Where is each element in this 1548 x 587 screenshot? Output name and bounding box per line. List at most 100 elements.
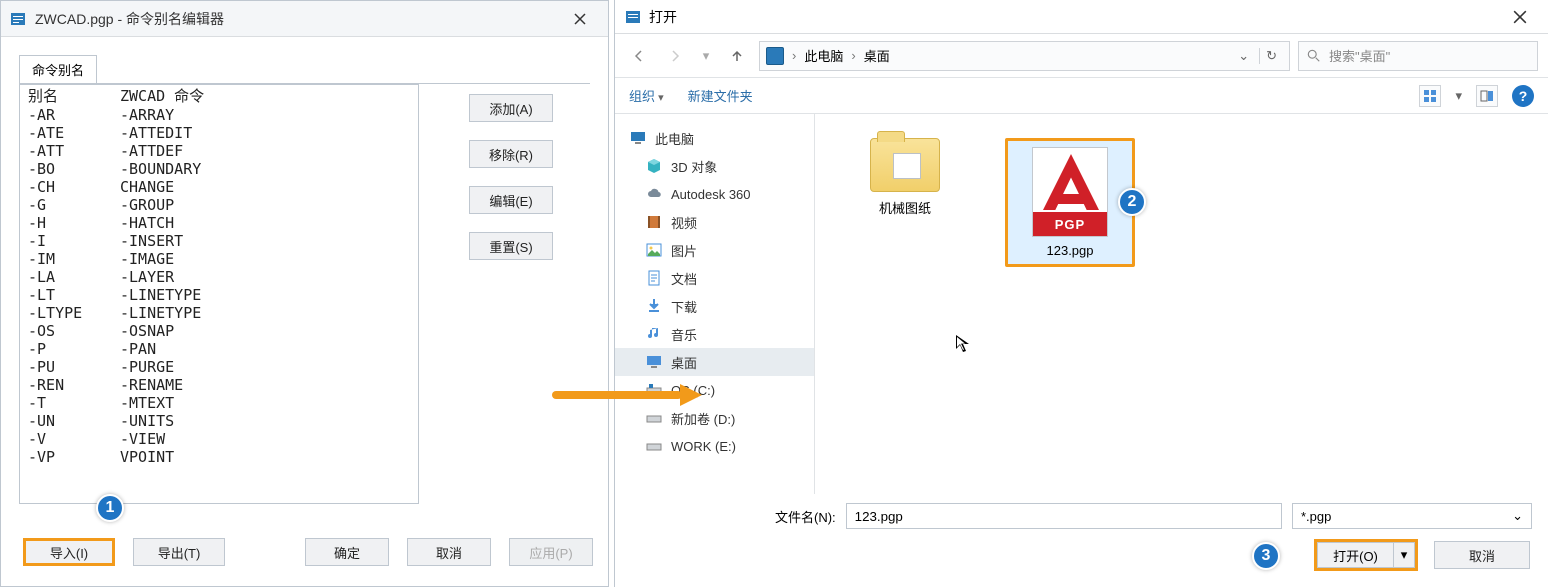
alias-side-buttons: 添加(A) 移除(R) 编辑(E) 重置(S) xyxy=(469,84,553,504)
alias-cell: -PU xyxy=(20,358,120,376)
new-folder-button[interactable]: 新建文件夹 xyxy=(688,86,753,105)
nav-forward-button[interactable] xyxy=(661,42,689,70)
alias-row[interactable]: -REN-RENAME xyxy=(20,376,418,394)
alias-row[interactable]: -G-GROUP xyxy=(20,196,418,214)
cancel-button[interactable]: 取消 xyxy=(407,538,491,566)
alias-row[interactable]: -V-VIEW xyxy=(20,430,418,448)
alias-list[interactable]: 别名 ZWCAD 命令 -AR-ARRAY-ATE-ATTEDIT-ATT-AT… xyxy=(19,84,419,504)
pc-icon xyxy=(629,129,647,147)
nav-up-button[interactable] xyxy=(723,42,751,70)
alias-row[interactable]: -OS-OSNAP xyxy=(20,322,418,340)
command-cell: -UNITS xyxy=(120,412,418,430)
file-item-folder[interactable]: 机械图纸 xyxy=(845,138,965,217)
organize-button[interactable]: 组织 xyxy=(629,86,664,105)
file-pane[interactable]: 机械图纸 PGP 123.pgp xyxy=(815,114,1548,494)
filename-input[interactable] xyxy=(846,503,1282,529)
alias-row[interactable]: -AR-ARRAY xyxy=(20,106,418,124)
crumb-pc[interactable]: 此电脑 xyxy=(804,46,843,65)
alias-row[interactable]: -LTYPE-LINETYPE xyxy=(20,304,418,322)
tree-this-pc[interactable]: 此电脑 xyxy=(615,124,814,152)
alias-row[interactable]: -I-INSERT xyxy=(20,232,418,250)
alias-editor-dialog: ZWCAD.pgp - 命令别名编辑器 命令别名 别名 ZWCAD 命令 -AR… xyxy=(0,0,609,587)
tree-item[interactable]: 新加卷 (D:) xyxy=(615,404,814,432)
open-dropdown-button[interactable]: ▾ xyxy=(1393,542,1415,568)
file-item-pgp[interactable]: PGP 123.pgp xyxy=(1005,138,1135,267)
alias-row[interactable]: -T-MTEXT xyxy=(20,394,418,412)
address-bar[interactable]: › 此电脑 › 桌面 ⌄ ↻ xyxy=(759,41,1290,71)
filetype-selector[interactable]: *.pgp ⌄ xyxy=(1292,503,1532,529)
desktop-icon xyxy=(645,353,663,371)
tree-item-label: 图片 xyxy=(671,241,697,260)
command-cell: -RENAME xyxy=(120,376,418,394)
tree-item[interactable]: 桌面 xyxy=(615,348,814,376)
alias-row[interactable]: -VPVPOINT xyxy=(20,448,418,466)
tree-item[interactable]: 音乐 xyxy=(615,320,814,348)
alias-cell: -G xyxy=(20,196,120,214)
add-button[interactable]: 添加(A) xyxy=(469,94,553,122)
alias-cell: -CH xyxy=(20,178,120,196)
pgp-file-icon: PGP xyxy=(1032,147,1108,237)
tree-item[interactable]: WORK (E:) xyxy=(615,432,814,460)
command-cell: -ATTDEF xyxy=(120,142,418,160)
alias-row[interactable]: -PU-PURGE xyxy=(20,358,418,376)
tree-item[interactable]: 文档 xyxy=(615,264,814,292)
edit-button[interactable]: 编辑(E) xyxy=(469,186,553,214)
reset-button[interactable]: 重置(S) xyxy=(469,232,553,260)
tree-item[interactable]: 3D 对象 xyxy=(615,152,814,180)
command-cell: -VIEW xyxy=(120,430,418,448)
tree-item-label: 文档 xyxy=(671,269,697,288)
tree-item[interactable]: 图片 xyxy=(615,236,814,264)
drive-icon xyxy=(645,437,663,455)
filename-row: 文件名(N): *.pgp ⌄ xyxy=(775,503,1532,529)
command-cell: VPOINT xyxy=(120,448,418,466)
address-refresh-button[interactable]: ↻ xyxy=(1259,48,1283,64)
search-box[interactable]: 搜索"桌面" xyxy=(1298,41,1538,71)
remove-button[interactable]: 移除(R) xyxy=(469,140,553,168)
preview-pane-button[interactable] xyxy=(1476,85,1498,107)
alias-editor-close-button[interactable] xyxy=(560,4,600,34)
export-button[interactable]: 导出(T) xyxy=(133,538,225,566)
ok-button[interactable]: 确定 xyxy=(305,538,389,566)
file-open-close-button[interactable] xyxy=(1502,3,1538,31)
address-dropdown-button[interactable]: ⌄ xyxy=(1232,48,1255,64)
alias-row[interactable]: -H-HATCH xyxy=(20,214,418,232)
search-placeholder: 搜索"桌面" xyxy=(1329,46,1390,65)
alias-row[interactable]: -P-PAN xyxy=(20,340,418,358)
dialog-cancel-button[interactable]: 取消 xyxy=(1434,541,1530,569)
alias-row[interactable]: -LT-LINETYPE xyxy=(20,286,418,304)
nav-back-button[interactable] xyxy=(625,42,653,70)
help-button[interactable]: ? xyxy=(1512,85,1534,107)
nav-history-button[interactable]: ▾ xyxy=(697,42,715,70)
col-alias: 别名 xyxy=(20,85,120,106)
toolbar-left: 组织 新建文件夹 xyxy=(629,86,753,105)
nav-tree[interactable]: 此电脑 3D 对象Autodesk 360视频图片文档下载音乐桌面OS (C:)… xyxy=(615,114,815,494)
alias-row[interactable]: -UN-UNITS xyxy=(20,412,418,430)
alias-main-pane: 别名 ZWCAD 命令 -AR-ARRAY-ATE-ATTEDIT-ATT-AT… xyxy=(19,83,590,504)
alias-row[interactable]: -LA-LAYER xyxy=(20,268,418,286)
open-button[interactable]: 打开(O) xyxy=(1317,542,1393,568)
view-icons-button[interactable] xyxy=(1419,85,1441,107)
tree-item[interactable]: Autodesk 360 xyxy=(615,180,814,208)
alias-row[interactable]: -ATT-ATTDEF xyxy=(20,142,418,160)
command-cell: -ARRAY xyxy=(120,106,418,124)
tree-item[interactable]: 下载 xyxy=(615,292,814,320)
tab-alias[interactable]: 命令别名 xyxy=(19,55,97,83)
alias-row[interactable]: -ATE-ATTEDIT xyxy=(20,124,418,142)
alias-row[interactable]: -BO-BOUNDARY xyxy=(20,160,418,178)
app-icon xyxy=(625,9,641,25)
apply-button[interactable]: 应用(P) xyxy=(509,538,593,566)
crumb-desktop[interactable]: 桌面 xyxy=(864,46,890,65)
alias-row[interactable]: -IM-IMAGE xyxy=(20,250,418,268)
command-cell: -INSERT xyxy=(120,232,418,250)
tree-item[interactable]: 视频 xyxy=(615,208,814,236)
search-icon xyxy=(1307,49,1321,63)
tree-item-label: Autodesk 360 xyxy=(671,187,751,202)
alias-row[interactable]: -CHCHANGE xyxy=(20,178,418,196)
view-dropdown-button[interactable]: ▾ xyxy=(1455,88,1462,104)
file-open-titlebar: 打开 xyxy=(615,0,1548,34)
film-icon xyxy=(645,213,663,231)
command-cell: -OSNAP xyxy=(120,322,418,340)
import-button[interactable]: 导入(I) xyxy=(23,538,115,566)
dialog-action-buttons: 打开(O) ▾ 取消 xyxy=(1314,539,1530,571)
alias-cell: -LA xyxy=(20,268,120,286)
